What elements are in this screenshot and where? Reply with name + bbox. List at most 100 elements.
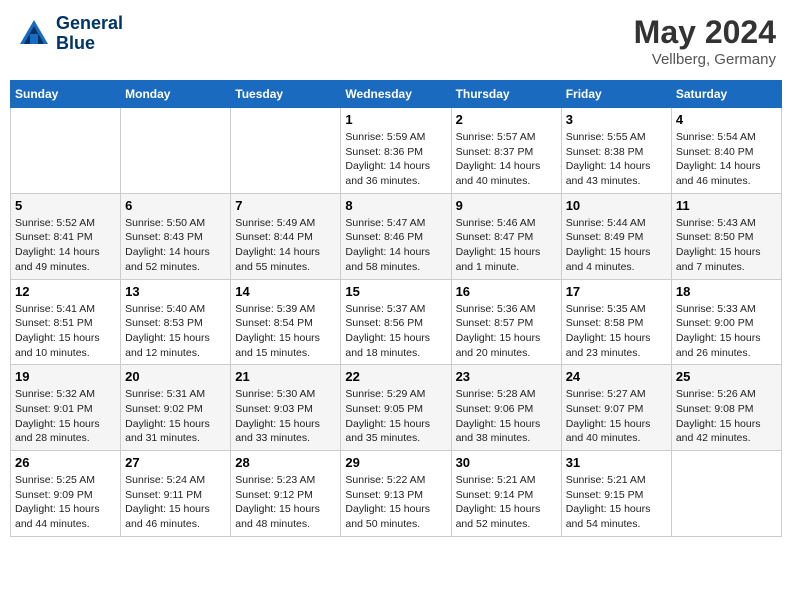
day-cell: 6Sunrise: 5:50 AM Sunset: 8:43 PM Daylig… [121, 193, 231, 279]
day-info: Sunrise: 5:39 AM Sunset: 8:54 PM Dayligh… [235, 302, 336, 361]
day-info: Sunrise: 5:41 AM Sunset: 8:51 PM Dayligh… [15, 302, 116, 361]
week-row-2: 5 Sunrise: 5:52 AM Sunset: 8:41 PM Daylig… [11, 193, 782, 279]
day-number: 4 [676, 112, 777, 127]
day-cell: 21 Sunrise: 5:30 AM Sunset: 9:03 PM Dayli… [231, 365, 341, 451]
day-cell: 20 Sunrise: 5:31 AM Sunset: 9:02 PM Dayli… [121, 365, 231, 451]
day-cell [231, 108, 341, 194]
day-info: Sunrise: 5:22 AM Sunset: 9:13 PM Dayligh… [345, 473, 446, 532]
day-info: Sunrise: 5:57 AM Sunset: 8:37 PM Dayligh… [456, 130, 557, 189]
day-cell: 7 Sunrise: 5:49 AM Sunset: 8:44 PM Daylig… [231, 193, 341, 279]
weekday-header-tuesday: Tuesday [231, 81, 341, 108]
weekday-header-thursday: Thursday [451, 81, 561, 108]
day-info: Sunrise: 5:47 AM Sunset: 8:46 PM Dayligh… [345, 216, 446, 275]
day-info: Sunrise: 5:23 AM Sunset: 9:12 PM Dayligh… [235, 473, 336, 532]
day-number: 28 [235, 455, 336, 470]
day-info: Sunrise: 5:28 AM Sunset: 9:06 PM Dayligh… [456, 387, 557, 446]
day-info: Sunrise: 5:52 AM Sunset: 8:41 PM Dayligh… [15, 216, 116, 275]
day-cell: 26 Sunrise: 5:25 AM Sunset: 9:09 PM Dayli… [11, 451, 121, 537]
day-number: 21 [235, 369, 336, 384]
day-cell: 30Sunrise: 5:21 AM Sunset: 9:14 PM Dayli… [451, 451, 561, 537]
day-info: Sunrise: 5:26 AM Sunset: 9:08 PM Dayligh… [676, 387, 777, 446]
day-number: 12 [15, 284, 116, 299]
day-cell [671, 451, 781, 537]
location: Vellberg, Germany [634, 51, 776, 68]
day-number: 2 [456, 112, 557, 127]
day-cell: 29 Sunrise: 5:22 AM Sunset: 9:13 PM Dayli… [341, 451, 451, 537]
day-number: 11 [676, 198, 777, 213]
day-info: Sunrise: 5:40 AM Sunset: 8:53 PM Dayligh… [125, 302, 226, 361]
day-cell: 9 Sunrise: 5:46 AM Sunset: 8:47 PM Daylig… [451, 193, 561, 279]
weekday-header-wednesday: Wednesday [341, 81, 451, 108]
day-number: 3 [566, 112, 667, 127]
day-number: 16 [456, 284, 557, 299]
day-cell: 5 Sunrise: 5:52 AM Sunset: 8:41 PM Daylig… [11, 193, 121, 279]
day-number: 29 [345, 455, 446, 470]
week-row-4: 19 Sunrise: 5:32 AM Sunset: 9:01 PM Dayli… [11, 365, 782, 451]
header: General Blue May 2024 Vellberg, Germany [10, 10, 782, 72]
day-number: 17 [566, 284, 667, 299]
day-number: 26 [15, 455, 116, 470]
day-info: Sunrise: 5:30 AM Sunset: 9:03 PM Dayligh… [235, 387, 336, 446]
day-cell: 14 Sunrise: 5:39 AM Sunset: 8:54 PM Dayli… [231, 279, 341, 365]
day-cell: 18Sunrise: 5:33 AM Sunset: 9:00 PM Dayli… [671, 279, 781, 365]
weekday-header-row: SundayMondayTuesdayWednesdayThursdayFrid… [11, 81, 782, 108]
logo-icon [16, 16, 52, 52]
day-cell: 25 Sunrise: 5:26 AM Sunset: 9:08 PM Dayli… [671, 365, 781, 451]
day-info: Sunrise: 5:31 AM Sunset: 9:02 PM Dayligh… [125, 387, 226, 446]
day-number: 19 [15, 369, 116, 384]
day-info: Sunrise: 5:21 AM Sunset: 9:14 PM Dayligh… [456, 473, 557, 532]
day-cell: 12 Sunrise: 5:41 AM Sunset: 8:51 PM Dayli… [11, 279, 121, 365]
day-number: 20 [125, 369, 226, 384]
day-cell: 17 Sunrise: 5:35 AM Sunset: 8:58 PM Dayli… [561, 279, 671, 365]
day-number: 6 [125, 198, 226, 213]
day-number: 5 [15, 198, 116, 213]
day-cell: 19 Sunrise: 5:32 AM Sunset: 9:01 PM Dayli… [11, 365, 121, 451]
day-number: 10 [566, 198, 667, 213]
day-info: Sunrise: 5:43 AM Sunset: 8:50 PM Dayligh… [676, 216, 777, 275]
day-number: 31 [566, 455, 667, 470]
day-info: Sunrise: 5:32 AM Sunset: 9:01 PM Dayligh… [15, 387, 116, 446]
day-cell: 22 Sunrise: 5:29 AM Sunset: 9:05 PM Dayli… [341, 365, 451, 451]
day-info: Sunrise: 5:24 AM Sunset: 9:11 PM Dayligh… [125, 473, 226, 532]
logo-line1: General [56, 14, 123, 34]
day-info: Sunrise: 5:46 AM Sunset: 8:47 PM Dayligh… [456, 216, 557, 275]
day-cell: 13 Sunrise: 5:40 AM Sunset: 8:53 PM Dayli… [121, 279, 231, 365]
day-cell: 15Sunrise: 5:37 AM Sunset: 8:56 PM Dayli… [341, 279, 451, 365]
day-number: 23 [456, 369, 557, 384]
day-info: Sunrise: 5:55 AM Sunset: 8:38 PM Dayligh… [566, 130, 667, 189]
day-number: 27 [125, 455, 226, 470]
day-cell: 4Sunrise: 5:54 AM Sunset: 8:40 PM Daylig… [671, 108, 781, 194]
weekday-header-monday: Monday [121, 81, 231, 108]
day-info: Sunrise: 5:21 AM Sunset: 9:15 PM Dayligh… [566, 473, 667, 532]
day-number: 9 [456, 198, 557, 213]
day-number: 25 [676, 369, 777, 384]
day-number: 14 [235, 284, 336, 299]
weekday-header-friday: Friday [561, 81, 671, 108]
day-cell: 2 Sunrise: 5:57 AM Sunset: 8:37 PM Daylig… [451, 108, 561, 194]
day-cell: 1Sunrise: 5:59 AM Sunset: 8:36 PM Daylig… [341, 108, 451, 194]
day-info: Sunrise: 5:27 AM Sunset: 9:07 PM Dayligh… [566, 387, 667, 446]
week-row-3: 12 Sunrise: 5:41 AM Sunset: 8:51 PM Dayli… [11, 279, 782, 365]
day-cell: 8Sunrise: 5:47 AM Sunset: 8:46 PM Daylig… [341, 193, 451, 279]
title-area: May 2024 Vellberg, Germany [634, 14, 776, 68]
day-info: Sunrise: 5:35 AM Sunset: 8:58 PM Dayligh… [566, 302, 667, 361]
day-info: Sunrise: 5:49 AM Sunset: 8:44 PM Dayligh… [235, 216, 336, 275]
day-info: Sunrise: 5:36 AM Sunset: 8:57 PM Dayligh… [456, 302, 557, 361]
day-cell: 16 Sunrise: 5:36 AM Sunset: 8:57 PM Dayli… [451, 279, 561, 365]
day-cell: 31 Sunrise: 5:21 AM Sunset: 9:15 PM Dayli… [561, 451, 671, 537]
day-number: 13 [125, 284, 226, 299]
day-cell: 23 Sunrise: 5:28 AM Sunset: 9:06 PM Dayli… [451, 365, 561, 451]
day-info: Sunrise: 5:29 AM Sunset: 9:05 PM Dayligh… [345, 387, 446, 446]
day-number: 15 [345, 284, 446, 299]
day-info: Sunrise: 5:44 AM Sunset: 8:49 PM Dayligh… [566, 216, 667, 275]
day-number: 7 [235, 198, 336, 213]
day-cell: 28 Sunrise: 5:23 AM Sunset: 9:12 PM Dayli… [231, 451, 341, 537]
day-number: 18 [676, 284, 777, 299]
day-info: Sunrise: 5:25 AM Sunset: 9:09 PM Dayligh… [15, 473, 116, 532]
week-row-5: 26 Sunrise: 5:25 AM Sunset: 9:09 PM Dayli… [11, 451, 782, 537]
day-cell [121, 108, 231, 194]
day-cell: 27 Sunrise: 5:24 AM Sunset: 9:11 PM Dayli… [121, 451, 231, 537]
logo: General Blue [16, 14, 123, 54]
day-number: 22 [345, 369, 446, 384]
logo-line2: Blue [56, 34, 123, 54]
